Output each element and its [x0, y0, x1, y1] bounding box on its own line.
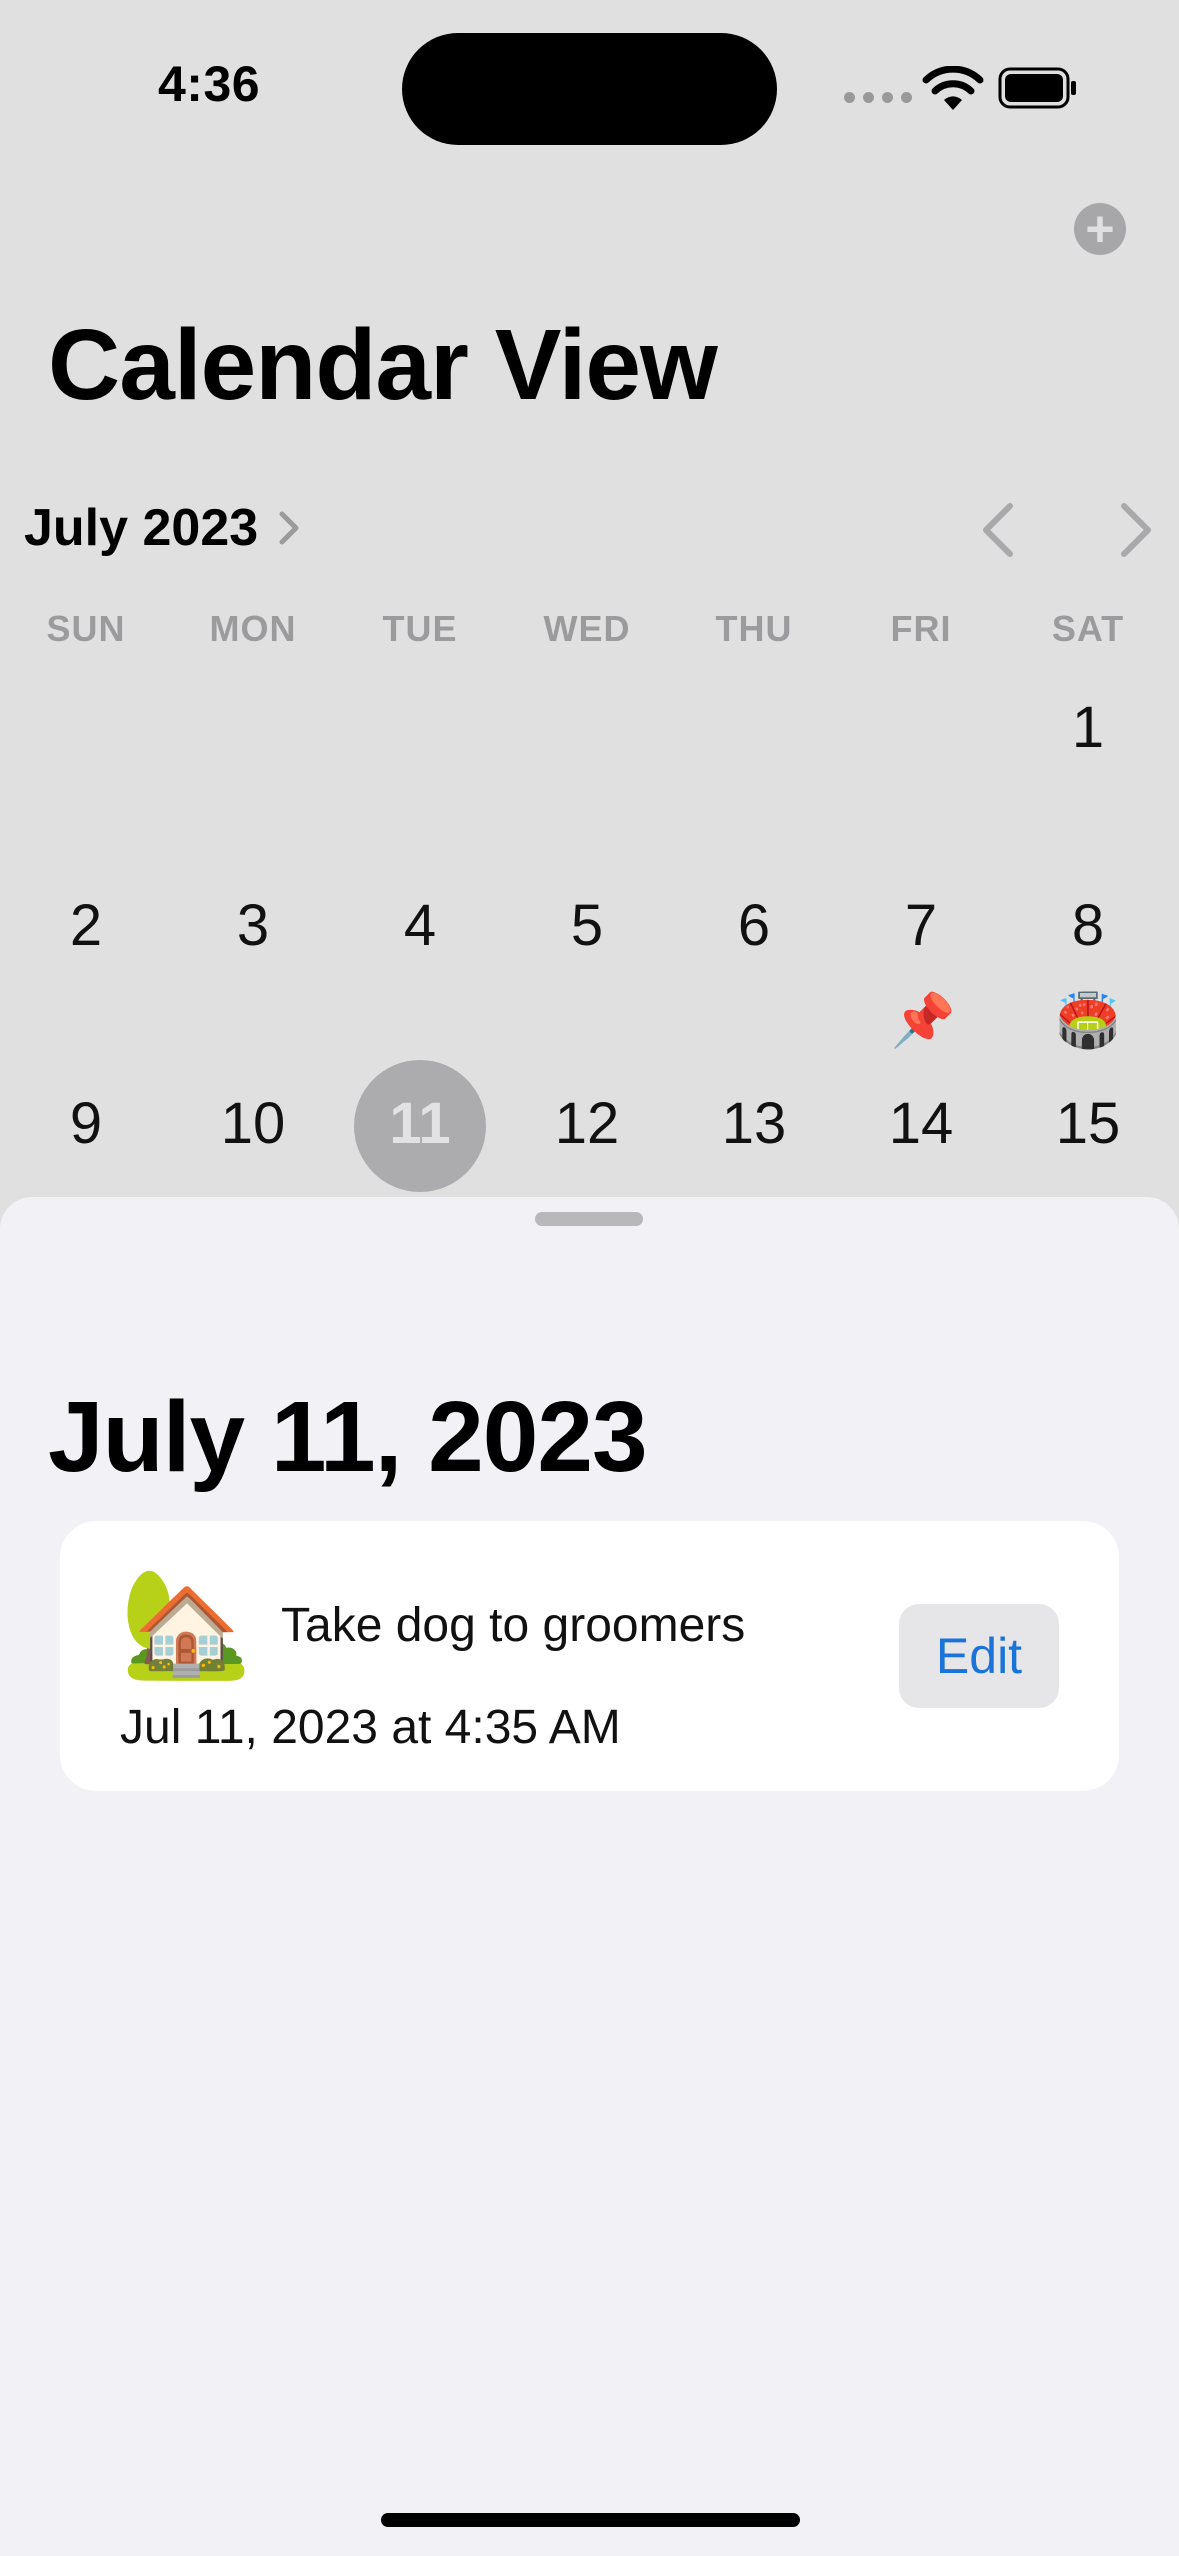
selected-date-title: July 11, 2023: [48, 1381, 648, 1493]
add-event-button[interactable]: +: [1074, 203, 1126, 255]
day-cell[interactable]: 8: [1018, 892, 1158, 959]
weekday-sun: SUN: [46, 608, 126, 649]
weekday-sat: SAT: [1051, 608, 1125, 649]
month-label: July 2023: [24, 499, 259, 557]
chevron-right-icon: [279, 511, 299, 545]
weekday-thu: THU: [715, 608, 793, 649]
event-datetime: Jul 11, 2023 at 4:35 AM: [120, 1701, 621, 1754]
dynamic-island: [402, 33, 777, 145]
page-title: Calendar View: [48, 309, 718, 421]
next-month-button[interactable]: [1114, 500, 1158, 560]
wifi-icon: [922, 66, 984, 110]
event-marker-stadium: 🏟️: [1055, 992, 1121, 1050]
day-cell[interactable]: 6: [684, 892, 824, 959]
day-cell[interactable]: 13: [684, 1090, 824, 1157]
day-cell[interactable]: 9: [16, 1090, 156, 1157]
event-emoji: 🏡: [120, 1564, 252, 1682]
day-cell[interactable]: 5: [517, 892, 657, 959]
weekday-tue: TUE: [382, 608, 458, 649]
sheet-grabber[interactable]: [535, 1212, 643, 1226]
home-indicator[interactable]: [381, 2513, 800, 2527]
weekday-fri: FRI: [890, 608, 952, 649]
month-picker-button[interactable]: July 2023: [24, 498, 304, 558]
day-cell[interactable]: 2: [16, 892, 156, 959]
day-cell-selected[interactable]: 11: [350, 1090, 490, 1157]
weekday-wed: WED: [543, 608, 631, 649]
day-cell[interactable]: 3: [183, 892, 323, 959]
battery-icon: [998, 67, 1076, 109]
day-cell[interactable]: 10: [183, 1090, 323, 1157]
event-marker-pin: 📌: [890, 992, 956, 1050]
day-cell[interactable]: 1: [1018, 694, 1158, 761]
cellular-signal-icon: [844, 92, 912, 103]
edit-event-button[interactable]: Edit: [899, 1604, 1059, 1708]
day-cell[interactable]: 4: [350, 892, 490, 959]
status-time: 4:36: [158, 56, 261, 112]
day-cell[interactable]: 15: [1018, 1090, 1158, 1157]
previous-month-button[interactable]: [976, 500, 1020, 560]
day-cell[interactable]: 12: [517, 1090, 657, 1157]
day-cell[interactable]: 7: [851, 892, 991, 959]
day-cell[interactable]: 14: [851, 1090, 991, 1157]
weekday-mon: MON: [209, 608, 297, 649]
event-title: Take dog to groomers: [281, 1599, 746, 1652]
